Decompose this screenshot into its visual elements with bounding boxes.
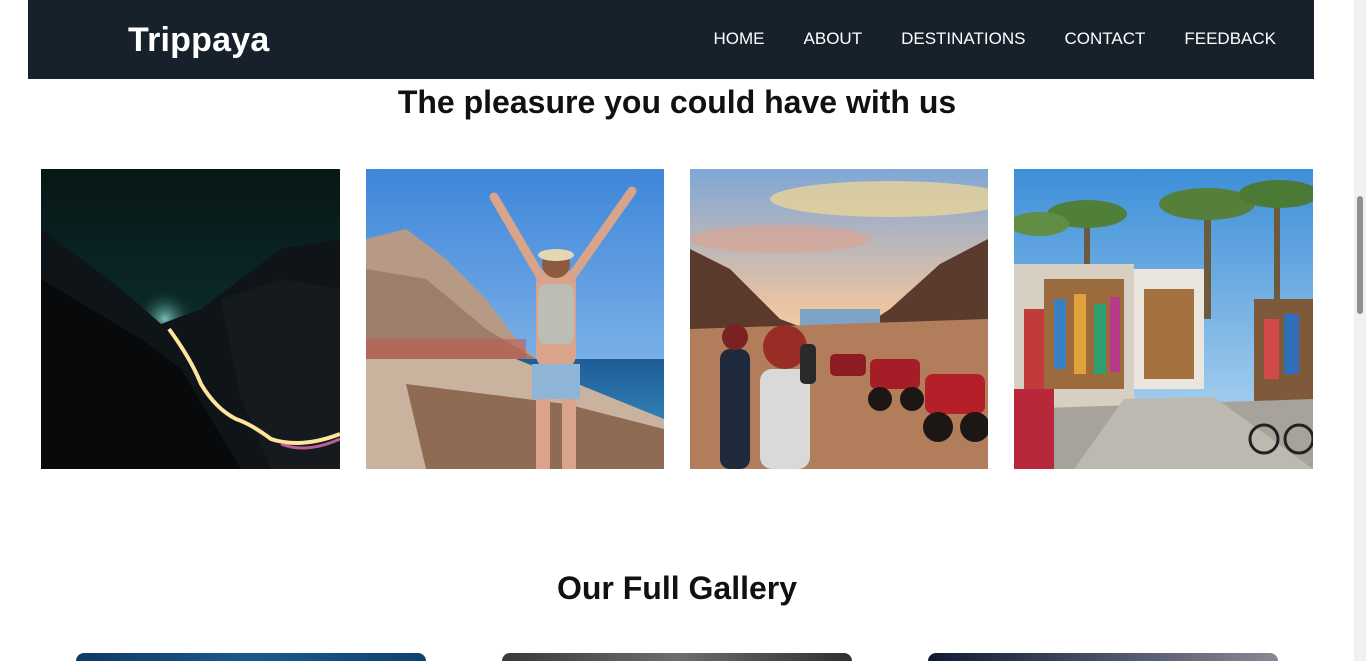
gallery-image-card[interactable] [502,653,852,661]
nav-link-about[interactable]: ABOUT [804,28,863,50]
nav-links: HOME ABOUT DESTINATIONS CONTACT FEEDBACK [675,28,1276,50]
top-navbar: Trippaya HOME ABOUT DESTINATIONS CONTACT… [28,0,1314,79]
photo-beach-traveler [366,169,664,469]
photo-quad-bike-safari [690,169,988,469]
nav-link-feedback[interactable]: FEEDBACK [1184,28,1276,50]
pleasure-section-title: The pleasure you could have with us [397,84,957,120]
nav-link-destinations[interactable]: DESTINATIONS [901,28,1025,50]
brand-logo[interactable]: Trippaya [128,20,269,60]
nav-link-home[interactable]: HOME [714,28,765,50]
nav-link-contact[interactable]: CONTACT [1064,28,1145,50]
photo-night-mountain-road [41,169,340,469]
page-scrollbar[interactable] [1354,0,1366,661]
gallery-image-card[interactable] [928,653,1278,661]
photo-market-street [1014,169,1313,469]
gallery-section-title: Our Full Gallery [556,570,798,606]
scrollbar-thumb[interactable] [1357,196,1363,314]
gallery-image-card[interactable] [76,653,426,661]
